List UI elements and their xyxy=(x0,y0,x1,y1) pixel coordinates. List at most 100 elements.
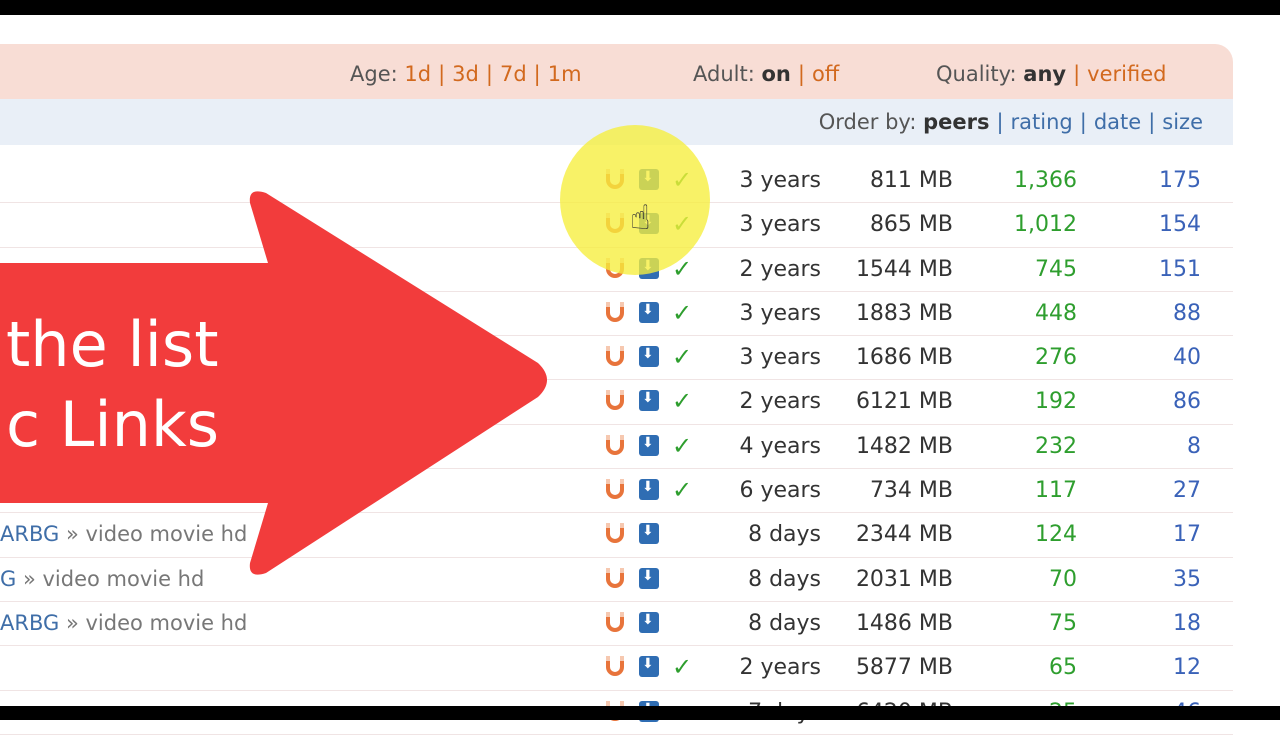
magnet-icon[interactable] xyxy=(606,656,628,678)
magnet-icon[interactable] xyxy=(606,567,628,590)
seeders-cell: 70 xyxy=(1049,566,1077,592)
verified-check-icon: ✓ xyxy=(672,343,693,372)
age-cell: 2 years xyxy=(739,655,821,681)
size-cell: 1544 MB xyxy=(855,256,953,282)
age-1d-link[interactable]: 1d xyxy=(404,62,431,86)
magnet-icon[interactable] xyxy=(606,390,628,412)
age-cell: 8 days xyxy=(748,522,821,548)
age-cell: 3 years xyxy=(739,345,821,371)
order-label: Order by: xyxy=(818,110,917,134)
age-cell: 2 years xyxy=(739,389,821,415)
leechers-cell: 40 xyxy=(1173,345,1201,371)
verified-check-icon: ✓ xyxy=(672,476,693,505)
age-label: Age: xyxy=(350,62,398,86)
age-cell: 8 days xyxy=(748,566,821,592)
leechers-cell: 18 xyxy=(1173,610,1201,636)
size-cell: 1883 MB xyxy=(855,300,953,326)
size-cell: 811 MB xyxy=(869,168,953,193)
download-icon[interactable] xyxy=(639,523,661,545)
size-cell: 1482 MB xyxy=(855,433,953,459)
age-cell: 6 years xyxy=(739,478,821,504)
seeders-cell: 65 xyxy=(1049,655,1077,681)
seeders-cell: 448 xyxy=(1035,300,1077,326)
seeders-cell: 745 xyxy=(1035,256,1077,282)
age-3d-link[interactable]: 3d xyxy=(452,62,479,86)
quality-any-selected: any xyxy=(1023,62,1067,86)
size-cell: 2031 MB xyxy=(855,566,953,592)
seeders-cell: 192 xyxy=(1035,389,1077,415)
adult-off-link[interactable]: off xyxy=(812,62,839,86)
verified-check-icon: ✓ xyxy=(672,653,693,682)
banner-line-2: c Links xyxy=(6,388,220,461)
size-cell: 2344 MB xyxy=(855,522,953,548)
table-row[interactable]: ARBG » video movie hd 8 days 1486 MB 75 18 xyxy=(0,602,1233,647)
magnet-icon[interactable] xyxy=(606,301,628,324)
seeders-cell: 75 xyxy=(1049,610,1077,636)
size-cell: 1686 MB xyxy=(855,345,953,371)
adult-on-selected: on xyxy=(761,62,791,86)
leechers-cell: 175 xyxy=(1159,168,1201,193)
filter-bar: Age: 1d | 3d | 7d | 1m Adult: on | off Quality: … xyxy=(0,44,1233,99)
seeders-cell: 232 xyxy=(1035,433,1077,459)
age-cell: 8 days xyxy=(748,610,821,636)
leechers-cell: 86 xyxy=(1173,389,1201,415)
order-peers-selected: peers xyxy=(923,110,990,134)
download-icon[interactable] xyxy=(639,434,661,457)
banner-text: the list c Links xyxy=(6,305,219,465)
age-cell: 3 years xyxy=(739,212,821,238)
age-filter: Age: 1d | 3d | 7d | 1m xyxy=(350,62,582,86)
download-icon[interactable] xyxy=(639,346,661,368)
quality-verified-link[interactable]: verified xyxy=(1087,62,1166,86)
leechers-cell: 12 xyxy=(1173,655,1201,681)
adult-label: Adult: xyxy=(693,62,755,86)
age-7d-link[interactable]: 7d xyxy=(500,62,527,86)
hand-cursor-icon: ☝ xyxy=(630,198,651,238)
seeders-cell: 117 xyxy=(1035,478,1077,504)
leechers-cell: 154 xyxy=(1159,212,1201,238)
leechers-cell: 8 xyxy=(1187,433,1201,459)
order-date-link[interactable]: date xyxy=(1094,110,1141,134)
magnet-icon[interactable] xyxy=(606,346,628,368)
size-cell: 1486 MB xyxy=(855,610,953,636)
magnet-icon[interactable] xyxy=(606,611,628,634)
download-icon[interactable] xyxy=(639,301,661,324)
download-icon[interactable] xyxy=(639,567,661,590)
download-icon[interactable] xyxy=(639,479,661,501)
verified-check-icon: ✓ xyxy=(672,431,693,460)
table-row[interactable]: ✓ 2 years 5877 MB 65 12 xyxy=(0,646,1233,691)
adult-filter: Adult: on | off xyxy=(693,62,840,86)
size-cell: 865 MB xyxy=(869,212,953,238)
leechers-cell: 27 xyxy=(1173,478,1201,504)
category-source-link[interactable]: ARBG xyxy=(0,611,59,635)
age-cell: 4 years xyxy=(739,433,821,459)
quality-label: Quality: xyxy=(936,62,1017,86)
size-cell: 734 MB xyxy=(869,478,953,504)
leechers-cell: 17 xyxy=(1173,522,1201,548)
magnet-icon[interactable] xyxy=(606,523,628,545)
seeders-cell: 1,012 xyxy=(1014,212,1077,238)
size-cell: 5877 MB xyxy=(855,655,953,681)
size-cell: 6121 MB xyxy=(855,389,953,415)
download-icon[interactable] xyxy=(639,611,661,634)
leechers-cell: 151 xyxy=(1159,256,1201,282)
age-1m-link[interactable]: 1m xyxy=(548,62,582,86)
order-rating-link[interactable]: rating xyxy=(1011,110,1073,134)
download-icon[interactable] xyxy=(639,390,661,412)
verified-check-icon: ✓ xyxy=(672,387,693,416)
seeders-cell: 124 xyxy=(1035,522,1077,548)
order-by: Order by: peers | rating | date | size xyxy=(818,110,1203,134)
seeders-cell: 1,366 xyxy=(1014,168,1077,193)
leechers-cell: 88 xyxy=(1173,300,1201,326)
download-icon[interactable] xyxy=(639,656,661,678)
banner-line-1: the list xyxy=(6,308,219,381)
video-frame-top xyxy=(0,0,1280,15)
seeders-cell: 276 xyxy=(1035,345,1077,371)
video-frame-bottom xyxy=(0,706,1280,720)
age-cell: 2 years xyxy=(739,256,821,282)
category: ARBG » video movie hd xyxy=(0,611,247,635)
magnet-icon[interactable] xyxy=(606,479,628,501)
verified-check-icon: ✓ xyxy=(672,298,693,327)
order-size-link[interactable]: size xyxy=(1162,110,1203,134)
magnet-icon[interactable] xyxy=(606,434,628,457)
age-cell: 3 years xyxy=(739,168,821,193)
